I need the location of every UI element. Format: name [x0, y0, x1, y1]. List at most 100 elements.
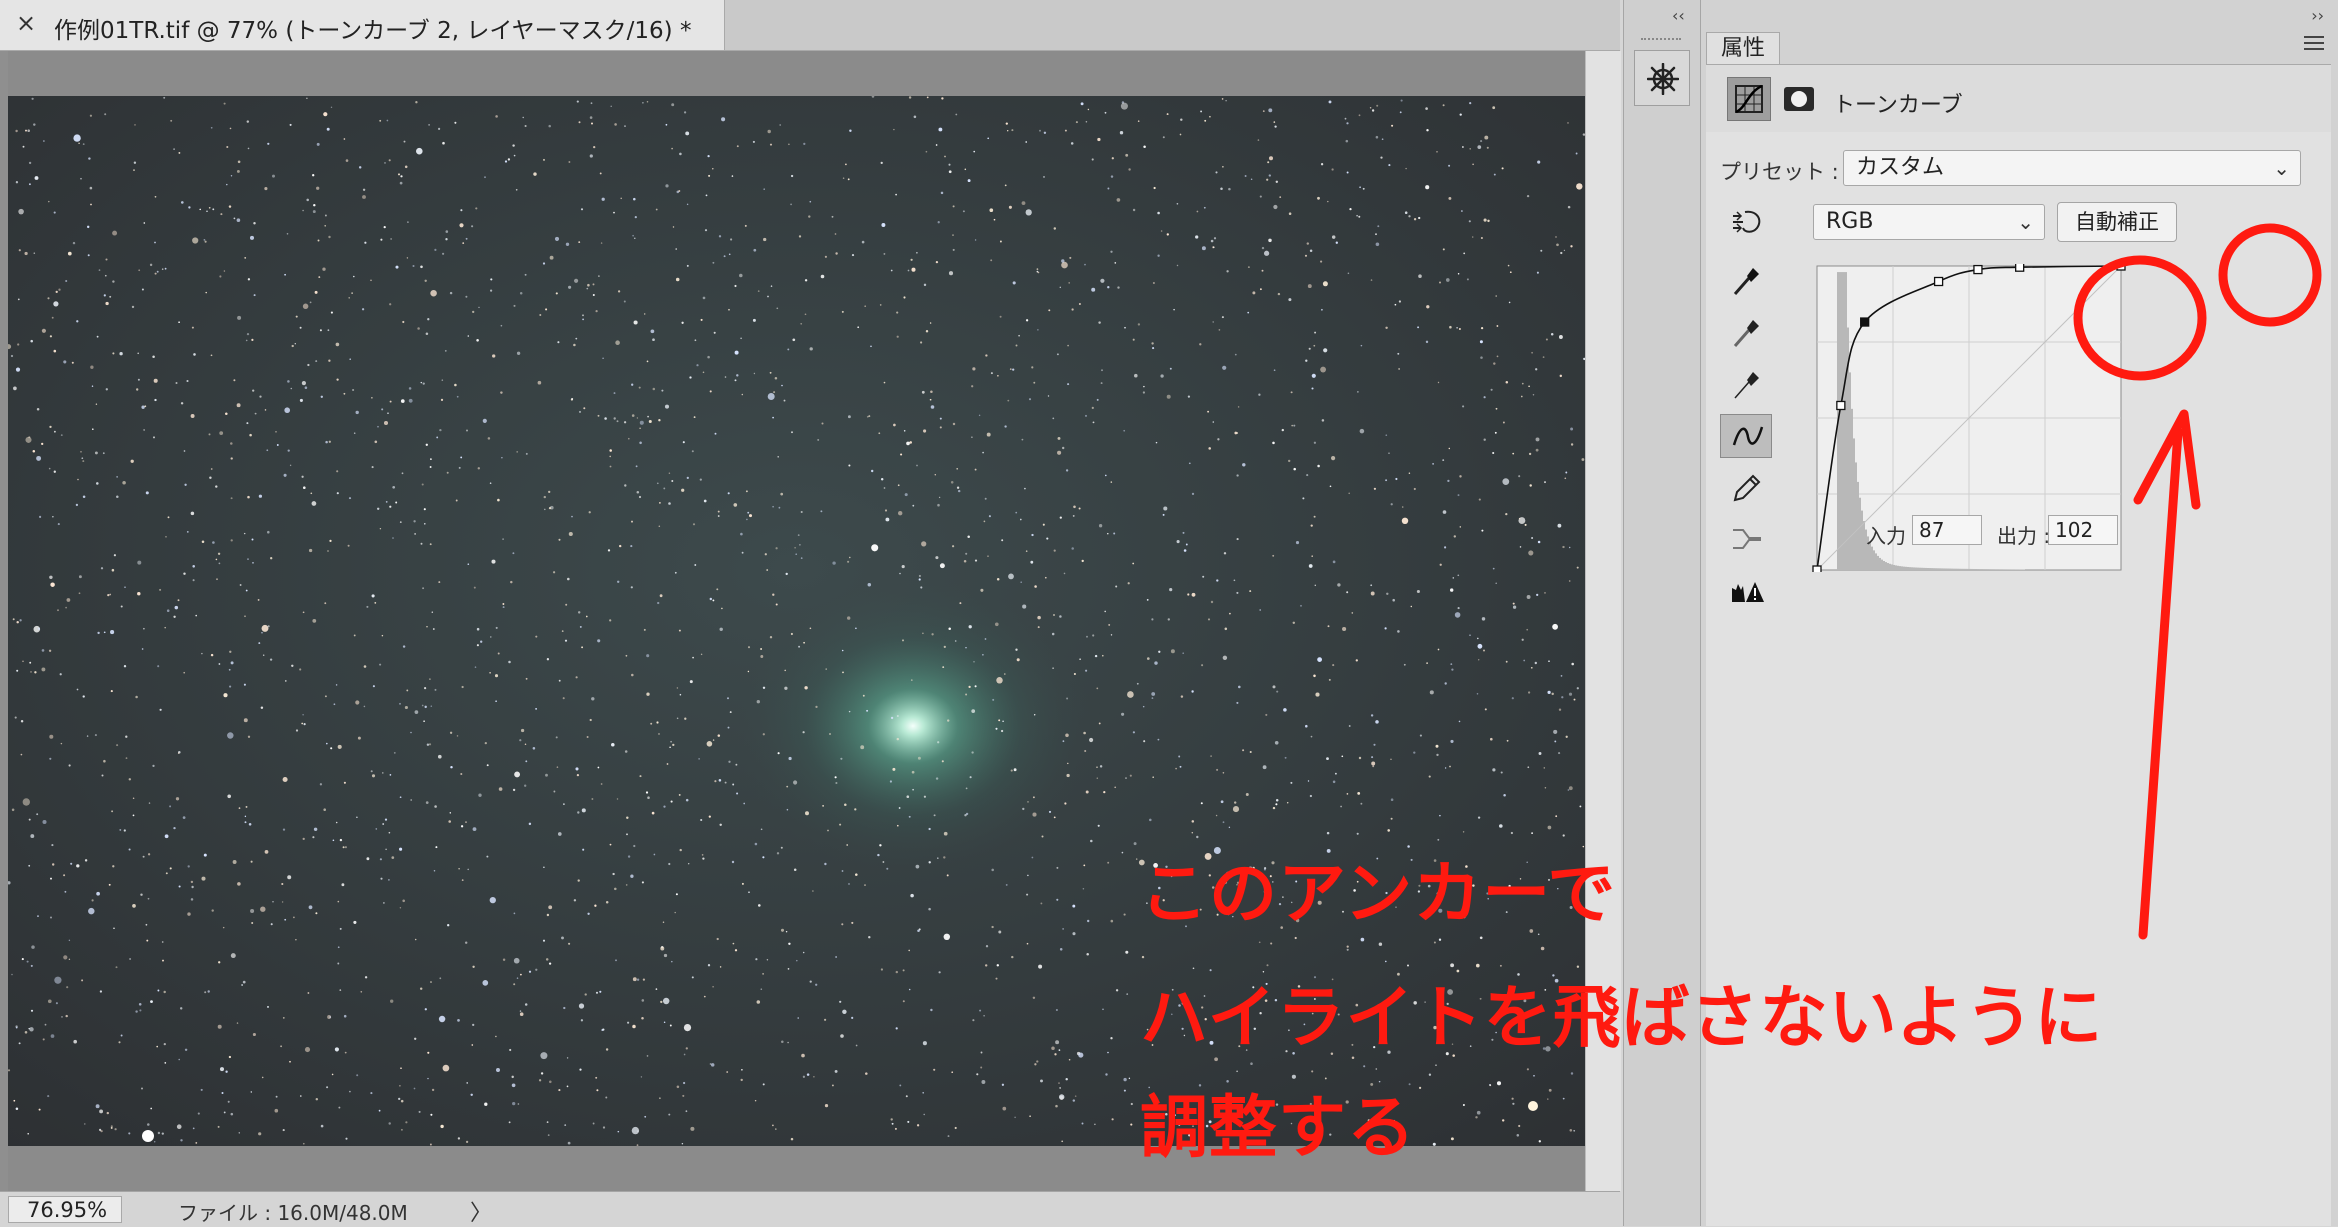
dock-grip[interactable]	[1641, 38, 1681, 44]
input-value-field[interactable]: 87	[1912, 515, 1982, 545]
star	[786, 785, 789, 788]
star	[624, 125, 626, 127]
navigator-button[interactable]	[1634, 50, 1690, 106]
curve-anchor-selected[interactable]	[1860, 317, 1870, 327]
star	[1107, 187, 1110, 190]
tab-properties[interactable]: 属性	[1706, 32, 1780, 65]
star	[53, 211, 56, 214]
document-tab[interactable]: × 作例01TR.tif @ 77% (トーンカーブ 2, レイヤーマスク/16…	[0, 0, 725, 50]
curve-anchor[interactable]	[2116, 264, 2126, 271]
pencil-tool[interactable]	[1720, 466, 1772, 510]
star	[128, 848, 131, 851]
gray-eyedropper-tool[interactable]	[1720, 310, 1772, 354]
curve-anchor[interactable]	[2015, 264, 2025, 272]
curves-adjustment-icon[interactable]	[1727, 77, 1771, 121]
star	[582, 314, 584, 317]
star	[1444, 682, 1447, 685]
star	[1442, 104, 1445, 107]
star	[208, 206, 211, 209]
targeted-adjust-tool[interactable]	[1720, 200, 1772, 244]
star	[1151, 618, 1154, 621]
star	[641, 881, 644, 884]
close-icon[interactable]: ×	[16, 9, 36, 37]
collapse-dock-icon[interactable]: ‹‹	[1672, 6, 1685, 25]
star	[1267, 161, 1270, 164]
curve-anchor[interactable]	[1933, 276, 1944, 287]
star	[1484, 708, 1487, 711]
star	[1103, 790, 1106, 794]
star	[1450, 1137, 1454, 1141]
black-eyedropper-tool[interactable]	[1720, 258, 1772, 302]
star	[78, 592, 81, 595]
star	[741, 1069, 743, 1071]
star	[33, 252, 36, 254]
star	[385, 501, 388, 503]
star	[632, 977, 637, 982]
star	[217, 1125, 220, 1128]
white-eyedropper-tool[interactable]	[1720, 362, 1772, 406]
document-tab-title[interactable]: 作例01TR.tif @ 77% (トーンカーブ 2, レイヤーマスク/16) …	[54, 11, 691, 45]
curve-anchor[interactable]	[1973, 264, 1983, 275]
star	[254, 412, 257, 415]
star	[1447, 479, 1450, 483]
star	[1149, 818, 1152, 822]
star	[432, 628, 435, 630]
auto-button[interactable]: 自動補正	[2057, 202, 2177, 242]
star	[1375, 1068, 1378, 1070]
star	[472, 827, 477, 831]
star	[1036, 1060, 1039, 1063]
star	[203, 853, 207, 857]
star	[980, 1066, 983, 1069]
star	[96, 335, 99, 338]
star	[22, 145, 25, 148]
star	[946, 874, 949, 877]
star	[987, 555, 989, 557]
star	[573, 343, 576, 347]
star	[1105, 474, 1107, 477]
star	[1091, 406, 1094, 410]
layer-mask-icon[interactable]	[1784, 87, 1814, 111]
star	[1502, 478, 1510, 485]
star	[984, 497, 987, 500]
star	[574, 278, 579, 283]
star	[456, 735, 459, 737]
star	[133, 161, 137, 164]
star	[890, 716, 894, 720]
star	[674, 911, 676, 914]
curve-point-tool[interactable]	[1720, 414, 1772, 458]
star	[952, 234, 954, 236]
star	[1560, 675, 1563, 677]
star	[1111, 1118, 1114, 1121]
curve-anchor[interactable]	[1836, 400, 1846, 411]
star	[1544, 592, 1546, 594]
star	[781, 384, 783, 387]
preset-dropdown[interactable]: カスタム ⌄	[1843, 150, 2301, 186]
curve-anchor[interactable]	[1812, 565, 1822, 572]
status-menu-arrow-icon[interactable]: 〉	[470, 1195, 492, 1227]
zoom-level-field[interactable]: 76.95%	[8, 1196, 122, 1223]
star	[1429, 690, 1434, 695]
star	[1066, 773, 1070, 778]
star	[1375, 233, 1377, 236]
star	[87, 254, 90, 257]
clipping-warning-tool[interactable]	[1720, 570, 1772, 614]
star	[454, 383, 457, 387]
star	[1483, 396, 1486, 399]
output-value-field[interactable]: 102	[2048, 515, 2118, 545]
star	[935, 260, 939, 264]
star	[617, 1130, 620, 1133]
star	[351, 292, 353, 294]
star	[152, 764, 155, 768]
star	[1143, 740, 1146, 743]
star	[992, 698, 995, 701]
star	[57, 523, 60, 526]
star	[266, 449, 269, 452]
channel-dropdown[interactable]: RGB ⌄	[1813, 204, 2045, 240]
panel-menu-icon[interactable]	[2304, 36, 2324, 54]
star	[1462, 1103, 1465, 1107]
star	[605, 1048, 609, 1051]
star	[558, 679, 561, 682]
expand-panel-icon[interactable]: ››	[2311, 6, 2324, 25]
smooth-curve-tool[interactable]	[1720, 518, 1772, 562]
star	[1085, 120, 1088, 123]
